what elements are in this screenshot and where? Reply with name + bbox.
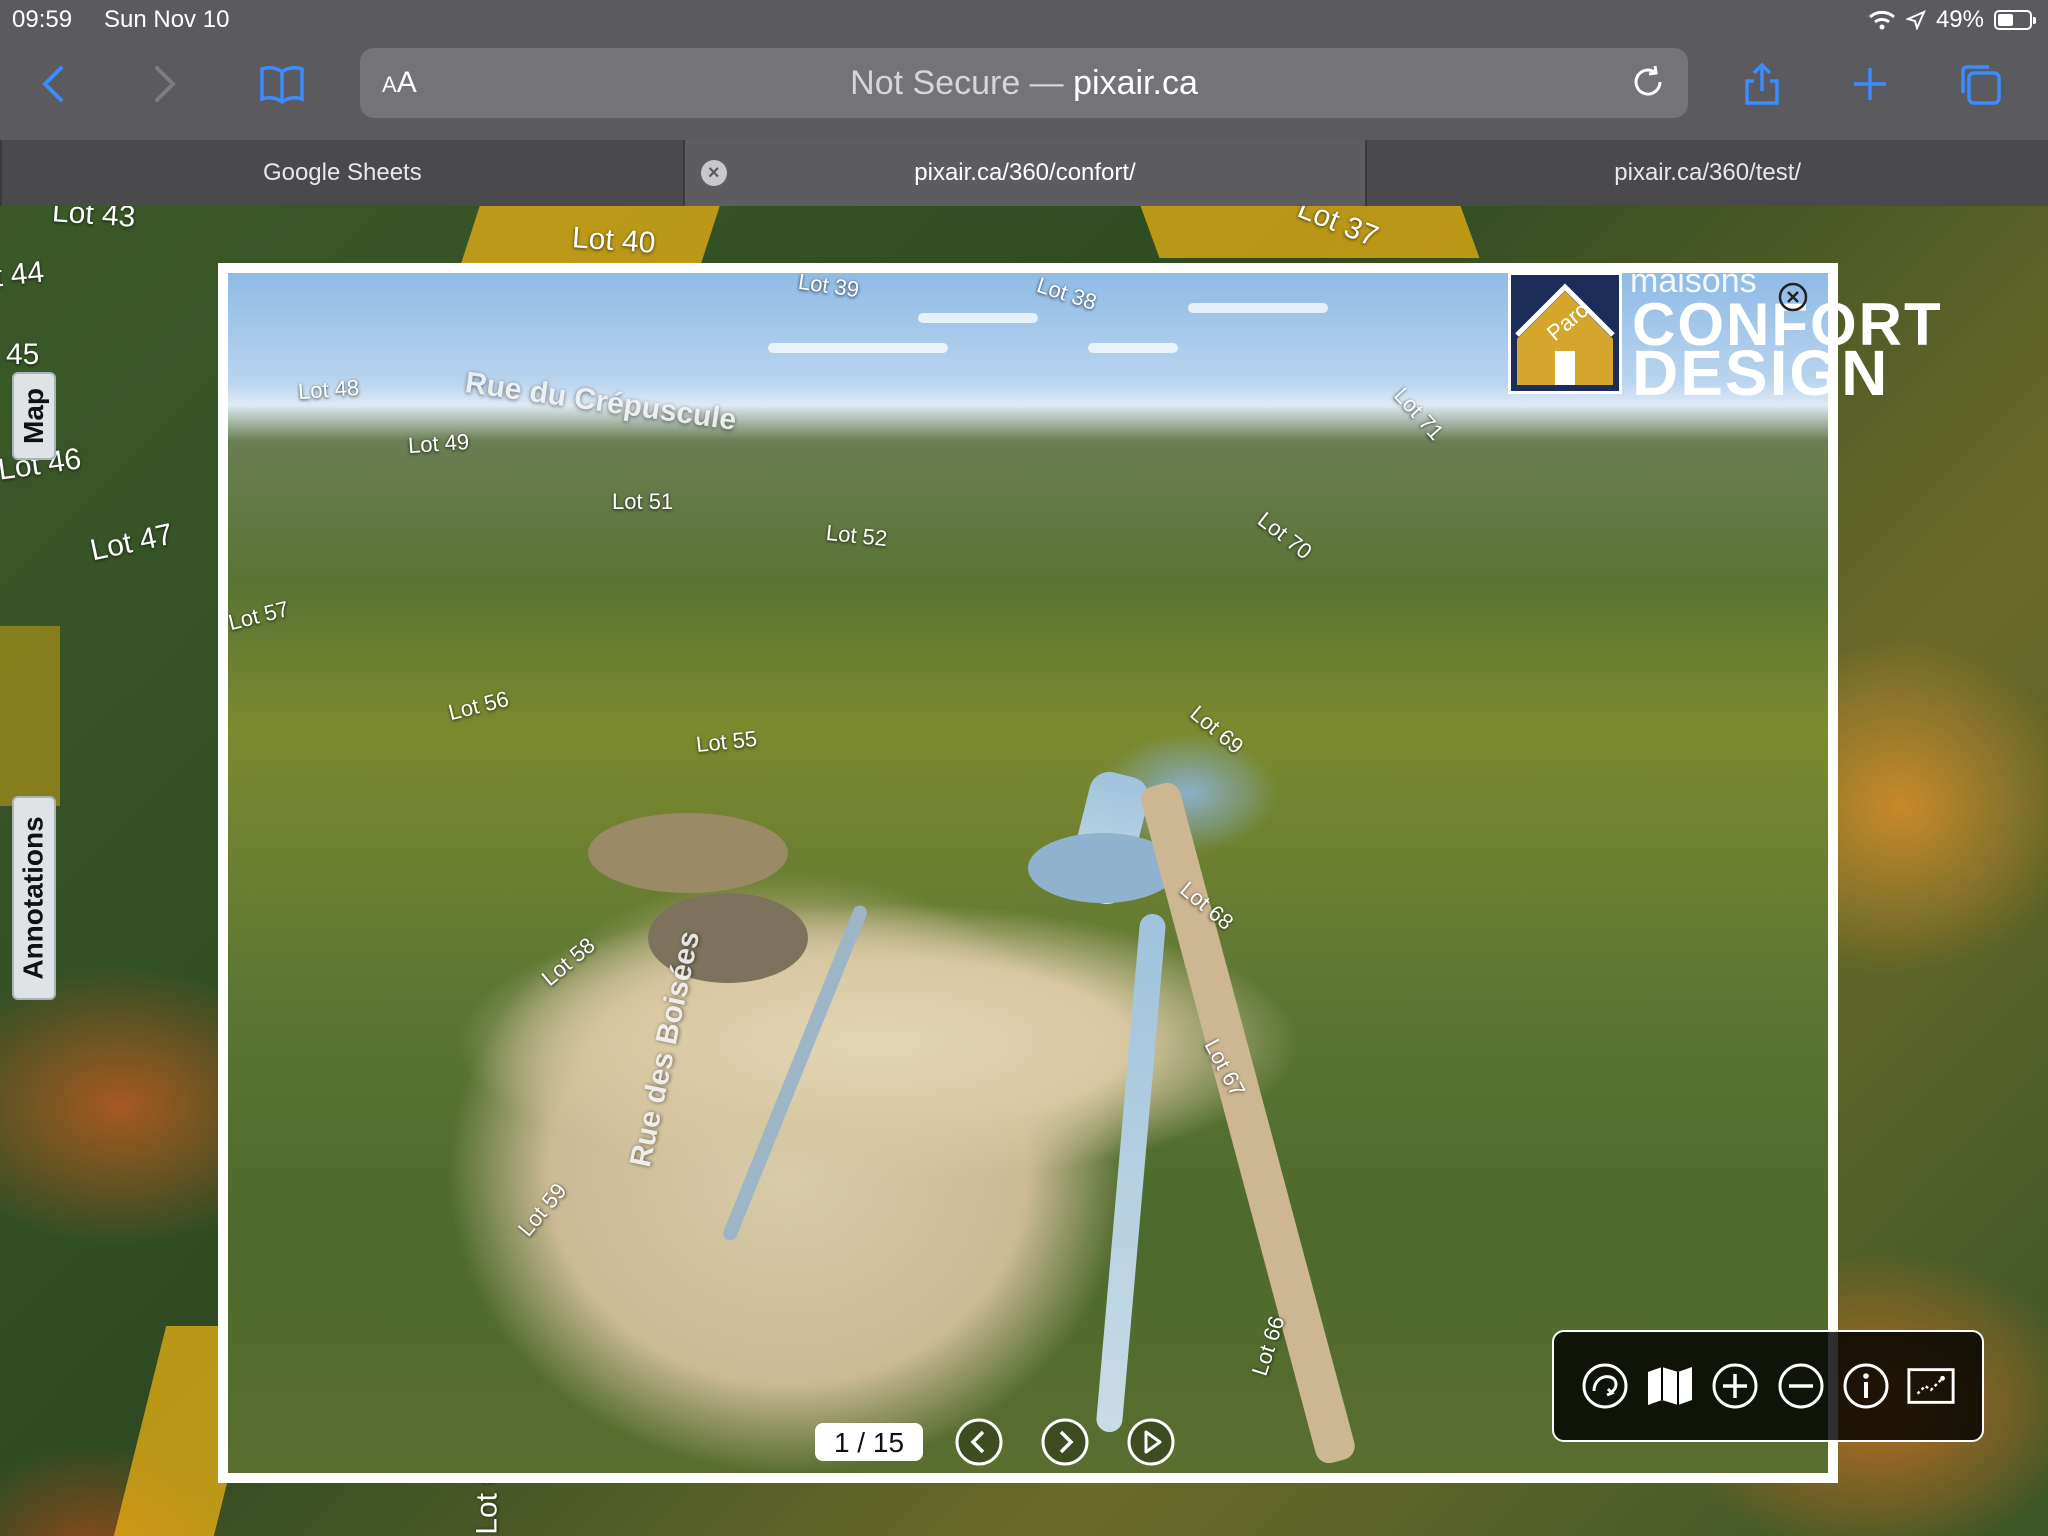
address-bar[interactable]: AA Not Secure — pixair.ca [360,48,1688,118]
pano-lot-label[interactable]: Lot 69 [1185,700,1248,759]
browser-chrome: 09:59 Sun Nov 10 49% AA Not Secure — pix… [0,0,2048,140]
status-date: Sun Nov 10 [104,6,230,33]
gyro-button[interactable] [1580,1361,1630,1411]
url-text[interactable]: Not Secure — pixair.ca [360,64,1688,103]
confort-design-logo: Parc maisons CONFORT DESIGN [1508,262,2018,409]
pano-lot-label[interactable]: Lot 55 [695,726,759,758]
book-icon [260,66,304,104]
share-icon [1745,62,1779,105]
street-label: Rue des Boisées [624,928,707,1170]
tab-label: Google Sheets [262,159,422,186]
viewer-toolbar [1552,1330,1984,1442]
pano-lot-label[interactable]: Lot 57 [228,596,291,636]
river [1095,912,1167,1434]
zoom-in-button[interactable] [1710,1361,1760,1411]
annotations-tab-label: Annotations [18,816,49,980]
zoom-out-icon [1778,1363,1824,1409]
map-lot-label[interactable]: Lot 47 [87,518,176,569]
new-tab-button[interactable] [1846,60,1894,108]
tab-bar: Google Sheets × pixair.ca/360/confort/ p… [0,140,2048,206]
tab-google-sheets[interactable]: Google Sheets [0,140,683,206]
wifi-icon [1868,10,1895,30]
tab-label: pixair.ca/360/test/ [1614,159,1802,186]
status-time: 09:59 [12,6,73,33]
reload-icon[interactable] [1628,62,1668,102]
pano-lot-label[interactable]: Lot 71 [1388,383,1449,446]
zoom-in-icon [1712,1363,1758,1409]
play-button[interactable] [1127,1418,1175,1466]
map-lot-label[interactable]: Lot 40 [571,221,657,261]
url-domain: pixair.ca [1073,64,1198,102]
pano-lot-label[interactable]: Lot 48 [297,375,360,405]
pano-lot-label[interactable]: Lot 38 [1033,273,1100,316]
tab-pixair-confort[interactable]: × pixair.ca/360/confort/ [682,140,1366,206]
pano-lot-label[interactable]: Lot 51 [612,489,673,515]
battery-icon [1994,10,2036,30]
panorama-frame: Rue du Crépuscule Rue des Boisées Lot 39… [218,263,1838,1483]
previous-button[interactable] [955,1418,1003,1466]
cloud [1088,343,1178,353]
annotations-side-tab[interactable]: Annotations [12,796,56,1000]
status-right: 49% [1868,6,2036,34]
info-button[interactable] [1841,1361,1891,1411]
share-button[interactable] [1738,60,1786,108]
pano-lot-label[interactable]: Lot 49 [407,429,470,459]
pano-lot-label[interactable]: Lot 58 [537,932,601,991]
pano-lot-label[interactable]: Lot 59 [513,1178,572,1242]
pano-lot-label[interactable]: Lot 56 [446,686,512,726]
close-overlay-icon[interactable] [1778,282,1808,312]
cloud [768,343,948,353]
page-current: 1 [833,1427,850,1458]
pano-lot-label[interactable]: Lot 66 [1247,1313,1291,1379]
url-prefix: Not Secure — [850,64,1074,102]
logo-house-mark: Parc [1508,272,1622,394]
minimap-button[interactable] [1906,1361,1956,1411]
location-icon [1905,10,1926,30]
plus-icon [1854,68,1886,100]
pano-lot-label[interactable]: Lot 52 [825,520,888,552]
tab-pixair-test[interactable]: pixair.ca/360/test/ [1365,140,2048,206]
status-bar: 09:59 Sun Nov 10 49% [0,0,2048,40]
back-button[interactable] [30,60,78,108]
map-toggle-button[interactable] [1645,1361,1695,1411]
chevron-left-icon [42,66,63,102]
chevron-right-icon [155,66,176,102]
cloud [1188,303,1328,313]
minimap-icon [1907,1368,1955,1404]
panorama-image[interactable]: Rue du Crépuscule Rue des Boisées Lot 39… [228,273,1828,1473]
logo-line3: DESIGN [1632,337,1890,409]
forward-button[interactable] [140,60,188,108]
close-tab-icon[interactable]: × [700,160,727,186]
map-lot-label[interactable]: t 44 [0,255,46,294]
tab-label: pixair.ca/360/confort/ [914,159,1136,186]
battery-percent: 49% [1935,6,1984,33]
cloud [918,313,1038,323]
info-icon [1843,1363,1889,1409]
gyro-icon [1582,1363,1628,1409]
pano-lot-label[interactable]: Lot 39 [796,273,861,303]
lot-polygon [0,626,60,806]
street-label: Rue du Crépuscule [463,366,739,437]
map-lot-label[interactable]: Lot 43 [51,206,137,235]
next-button[interactable] [1041,1418,1089,1466]
map-side-tab[interactable]: Map [12,372,56,460]
page-counter: 1 / 15 [815,1423,923,1461]
zoom-out-button[interactable] [1776,1361,1826,1411]
page-total: 15 [872,1427,905,1458]
map-tab-label: Map [18,388,49,444]
pano-lot-label[interactable]: Lot 70 [1252,507,1317,565]
gravel-pile [588,813,788,893]
map-icon [1647,1367,1692,1405]
bookmarks-button[interactable] [258,60,306,108]
tabs-icon [1961,65,2001,105]
map-lot-label[interactable]: 45 [6,338,39,372]
tabs-overview-button[interactable] [1956,60,2004,108]
